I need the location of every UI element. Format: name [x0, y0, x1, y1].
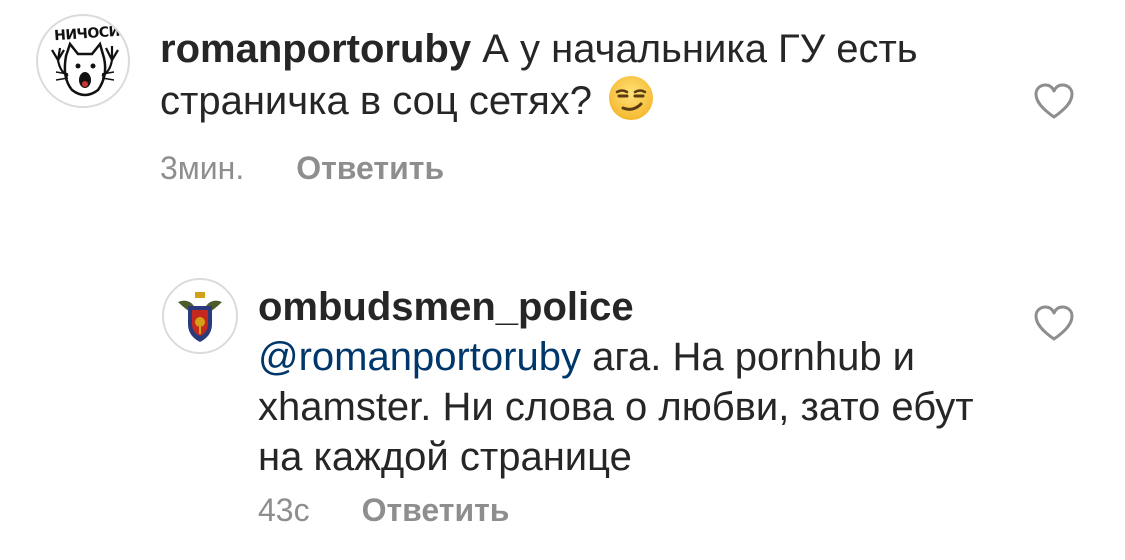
comment-body: ombudsmen_police @romanportoruby ага. На… — [258, 282, 998, 482]
comment-meta: 3мин. Ответить — [160, 150, 444, 187]
reply-button[interactable]: Ответить — [362, 492, 510, 529]
heart-outline-icon[interactable] — [1033, 304, 1075, 342]
comment-timestamp: 43с — [258, 492, 310, 528]
comment-timestamp: 3мин. — [160, 150, 245, 186]
comment-username[interactable]: ombudsmen_police — [258, 285, 634, 329]
reply-button[interactable]: Ответить — [296, 150, 444, 187]
cat-illustration-icon — [51, 41, 119, 97]
smirk-emoji-icon — [609, 76, 654, 120]
police-emblem-icon — [166, 282, 234, 350]
heart-outline-icon[interactable] — [1033, 82, 1075, 120]
mention-link[interactable]: @romanportoruby — [258, 335, 581, 379]
comment-item: ombudsmen_police @romanportoruby ага. На… — [0, 262, 1125, 560]
comment-body: romanportoruby А у начальника ГУ есть ст… — [160, 24, 960, 126]
comment-meta: 43с Ответить — [258, 492, 509, 529]
avatar[interactable]: НИЧОСИ — [36, 14, 130, 108]
comment-username[interactable]: romanportoruby — [160, 27, 471, 71]
avatar[interactable] — [162, 278, 238, 354]
comment-item: НИЧОСИ romanportoruby А у начальника ГУ … — [0, 0, 1125, 230]
